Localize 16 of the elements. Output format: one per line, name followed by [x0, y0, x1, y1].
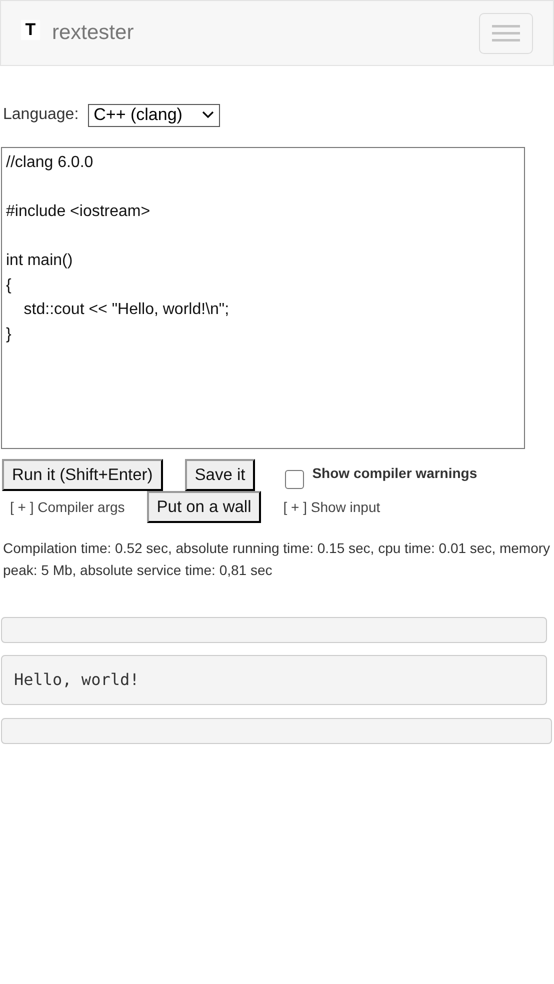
warnings-checkbox[interactable]	[285, 470, 304, 489]
wall-button[interactable]: Put on a wall	[146, 491, 262, 523]
menu-icon	[492, 23, 520, 43]
logo-icon: T	[21, 20, 40, 40]
show-input-link[interactable]: [ + ] Show input	[273, 499, 380, 515]
language-select[interactable]: C++ (clang)	[88, 104, 220, 126]
run-button[interactable]: Run it (Shift+Enter)	[2, 459, 163, 491]
save-button[interactable]: Save it	[184, 459, 256, 491]
stats-text: Compilation time: 0.52 sec, absolute running time: 0.15 sec, cpu time: 0.01 sec, memory peak: 5 Mb, absolute service time: 0,81 sec	[3, 539, 551, 580]
language-label: Language:	[3, 106, 79, 124]
caret-icon	[202, 111, 214, 119]
code-editor[interactable]: //clang 6.0.0 #include <iostream> int main() { std::cout << "Hello, world!\n"; }	[1, 147, 525, 449]
compiler-args-link[interactable]: [ + ] Compiler args	[0, 499, 125, 515]
output-panel: Hello, world!	[1, 655, 547, 705]
brand-link[interactable]: rextester	[52, 21, 134, 45]
warnings-label: Show compiler warnings	[312, 465, 478, 481]
